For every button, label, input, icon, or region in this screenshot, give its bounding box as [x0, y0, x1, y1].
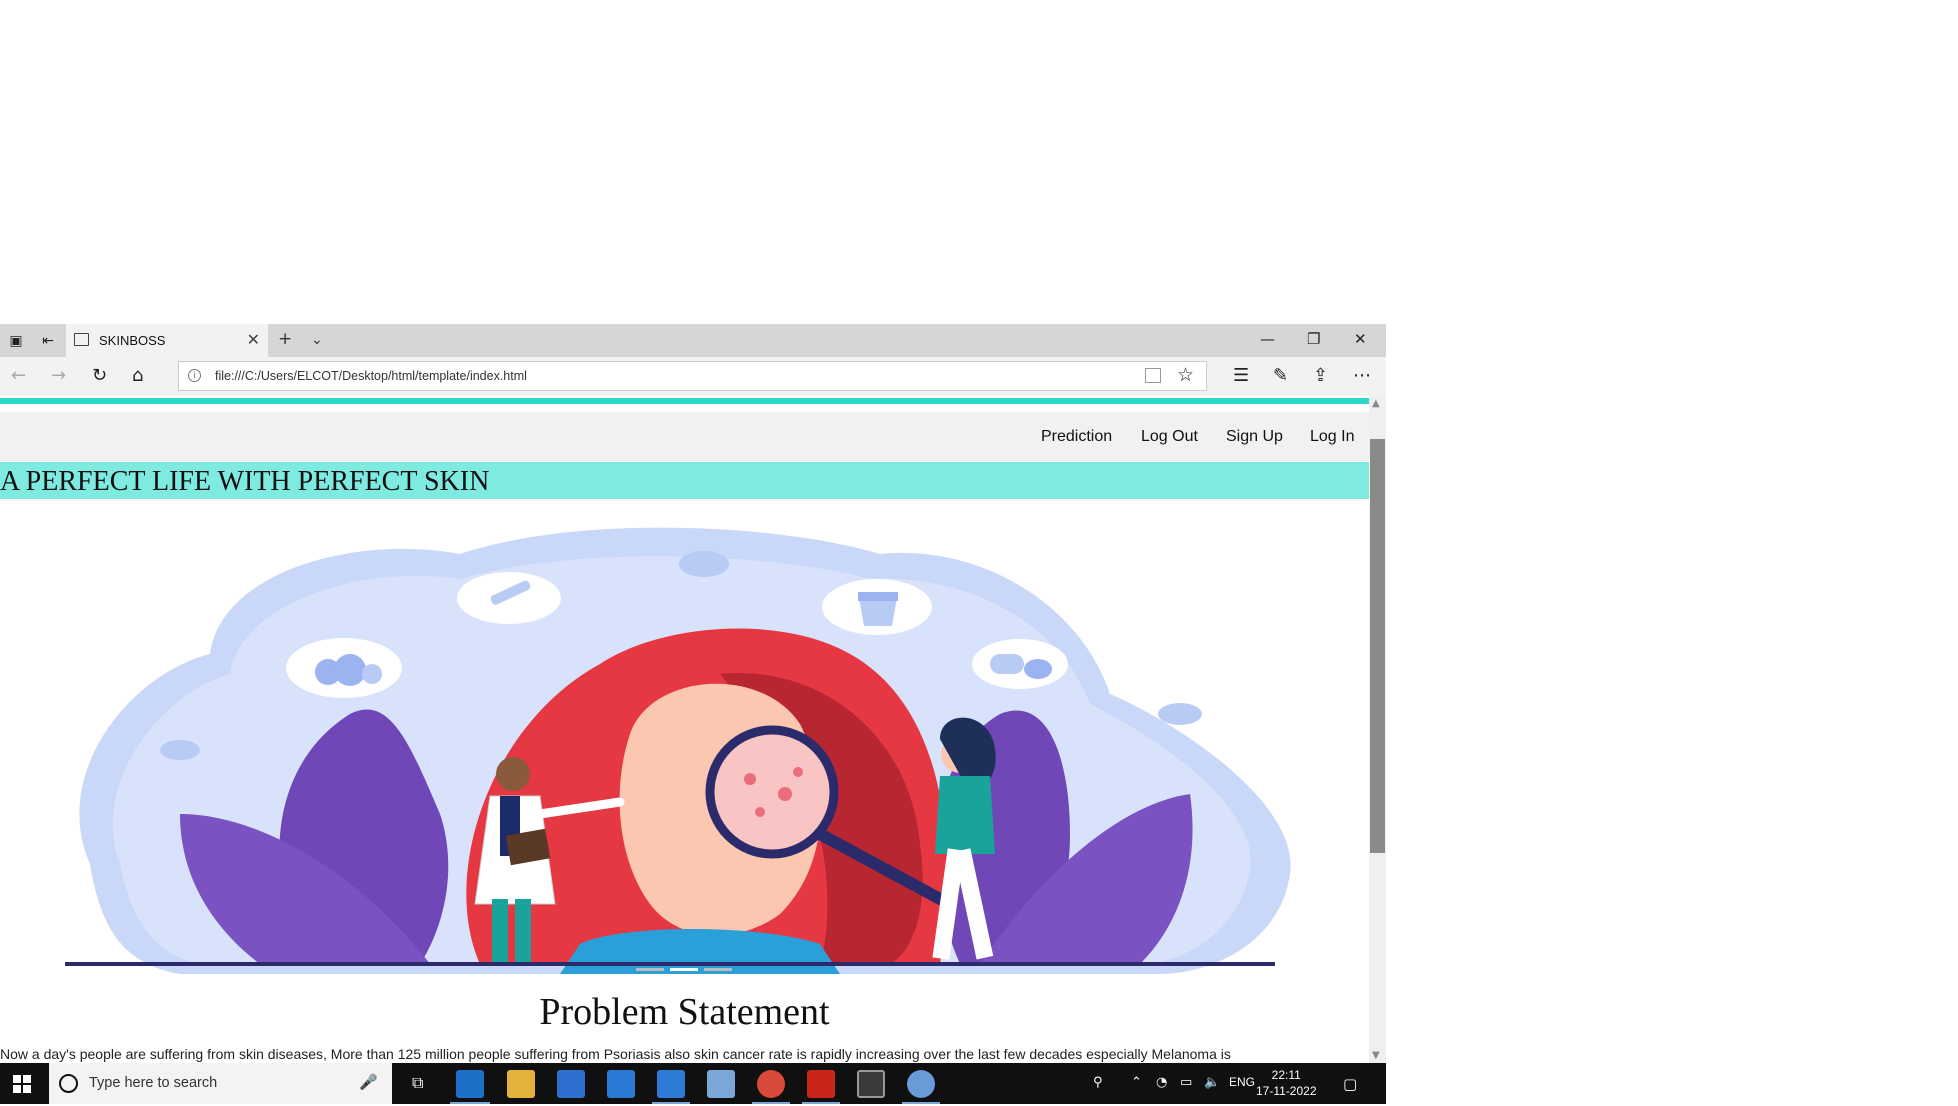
terminal-icon[interactable]	[857, 1070, 885, 1098]
action-center-icon[interactable]: ▢	[1343, 1075, 1357, 1093]
new-tab-icon[interactable]: +	[278, 329, 292, 349]
scroll-down-icon[interactable]: ▼	[1372, 1050, 1380, 1061]
address-bar[interactable]: i file:///C:/Users/ELCOT/Desktop/html/te…	[178, 361, 1207, 391]
close-tab-icon[interactable]: ✕	[247, 330, 260, 349]
tab-title: SKINBOSS	[99, 333, 166, 348]
photos-icon[interactable]	[657, 1070, 685, 1098]
chrome-icon[interactable]	[757, 1070, 785, 1098]
volume-icon[interactable]: 🔈	[1204, 1075, 1220, 1090]
favorites-icon[interactable]: ☰	[1233, 365, 1249, 386]
carousel-dot-1[interactable]	[636, 968, 664, 971]
clock-date: 17-11-2022	[1256, 1084, 1317, 1098]
search-placeholder[interactable]: Type here to search	[89, 1075, 217, 1091]
page-viewport: Prediction Log Out Sign Up Log In A PERF…	[0, 396, 1369, 1063]
back-icon[interactable]: ←	[11, 365, 26, 386]
system-clock[interactable]: 22:11 17-11-2022	[1256, 1067, 1317, 1099]
app-icon[interactable]	[707, 1070, 735, 1098]
tab-bar: ▣ ⇤ SKINBOSS ✕ + ⌄ — ❐ ✕	[0, 324, 1386, 357]
favorite-star-icon[interactable]: ☆	[1177, 364, 1194, 386]
file-explorer-icon[interactable]	[507, 1070, 535, 1098]
reading-view-icon[interactable]	[1145, 368, 1161, 383]
mail-icon[interactable]	[607, 1070, 635, 1098]
tab-actions-icon[interactable]: ▣	[6, 331, 26, 351]
window-close-icon[interactable]: ✕	[1354, 330, 1367, 348]
notes-icon[interactable]: ✎	[1273, 365, 1288, 386]
clock-time: 22:11	[1271, 1068, 1301, 1082]
edge-app-icon[interactable]	[456, 1070, 484, 1098]
skin-examination-illustration	[65, 527, 1291, 974]
accent-line	[0, 398, 1369, 404]
language-indicator[interactable]: ENG	[1229, 1075, 1255, 1089]
address-toolbar: ← → ↻ ⌂ i file:///C:/Users/ELCOT/Desktop…	[0, 357, 1386, 396]
app-open-indicator-1	[652, 1102, 690, 1104]
nav-logout[interactable]: Log Out	[1141, 428, 1198, 446]
acrobat-icon[interactable]	[807, 1070, 835, 1098]
network-icon[interactable]: ◔	[1156, 1075, 1167, 1090]
site-nav: Prediction Log Out Sign Up Log In	[0, 412, 1369, 461]
carousel-dot-2[interactable]	[670, 968, 698, 971]
windows-start-icon[interactable]	[13, 1075, 31, 1093]
taskbar-search[interactable]: Type here to search 🎤	[49, 1063, 392, 1104]
more-icon[interactable]: ⋯	[1353, 365, 1371, 386]
app-open-indicator-3	[802, 1102, 840, 1104]
banner-title: A PERFECT LIFE WITH PERFECT SKIN	[0, 466, 490, 497]
hero-banner: A PERFECT LIFE WITH PERFECT SKIN	[0, 462, 1369, 499]
show-hidden-icons-chevron-icon[interactable]: ⌃	[1131, 1075, 1142, 1090]
taskbar: Type here to search 🎤 ⧉ ⚲ ⌃ ◔ ▭ 🔈 ENG 22…	[0, 1063, 1386, 1104]
nav-prediction[interactable]: Prediction	[1041, 428, 1112, 446]
forward-icon[interactable]: →	[51, 365, 66, 386]
scrollbar-thumb[interactable]	[1370, 439, 1385, 853]
scroll-up-icon[interactable]: ▲	[1372, 398, 1380, 409]
nav-login[interactable]: Log In	[1310, 428, 1354, 446]
restore-icon[interactable]: ❐	[1307, 330, 1320, 348]
share-icon[interactable]: ⇪	[1313, 365, 1328, 386]
home-icon[interactable]: ⌂	[132, 365, 143, 386]
cortana-icon	[59, 1074, 78, 1093]
microphone-icon[interactable]: 🎤	[359, 1073, 378, 1091]
refresh-icon[interactable]: ↻	[92, 365, 107, 386]
page-icon	[74, 333, 89, 346]
app-open-indicator-2	[752, 1102, 790, 1104]
url-text[interactable]: file:///C:/Users/ELCOT/Desktop/html/temp…	[215, 369, 527, 383]
battery-icon[interactable]: ▭	[1180, 1075, 1192, 1090]
vertical-scrollbar[interactable]: ▲ ▼	[1369, 396, 1386, 1063]
app-open-indicator-4	[902, 1102, 940, 1104]
people-icon[interactable]: ⚲	[1093, 1075, 1103, 1090]
carousel-dot-3[interactable]	[704, 968, 732, 971]
set-aside-tabs-icon[interactable]: ⇤	[38, 331, 58, 351]
info-icon[interactable]: i	[188, 369, 201, 382]
section-paragraph: Now a day's people are suffering from sk…	[0, 1046, 1231, 1062]
minimize-icon[interactable]: —	[1260, 330, 1275, 348]
task-view-icon[interactable]: ⧉	[412, 1073, 423, 1093]
section-heading: Problem Statement	[539, 991, 830, 1033]
paint-icon[interactable]	[907, 1070, 935, 1098]
browser-window: ▣ ⇤ SKINBOSS ✕ + ⌄ — ❐ ✕ ← → ↻ ⌂ i file:…	[0, 324, 1386, 1063]
store-icon[interactable]	[557, 1070, 585, 1098]
active-tab[interactable]: SKINBOSS ✕	[66, 324, 268, 357]
nav-signup[interactable]: Sign Up	[1226, 428, 1283, 446]
tab-list-chevron-icon[interactable]: ⌄	[311, 332, 323, 348]
edge-active-indicator	[450, 1102, 490, 1104]
